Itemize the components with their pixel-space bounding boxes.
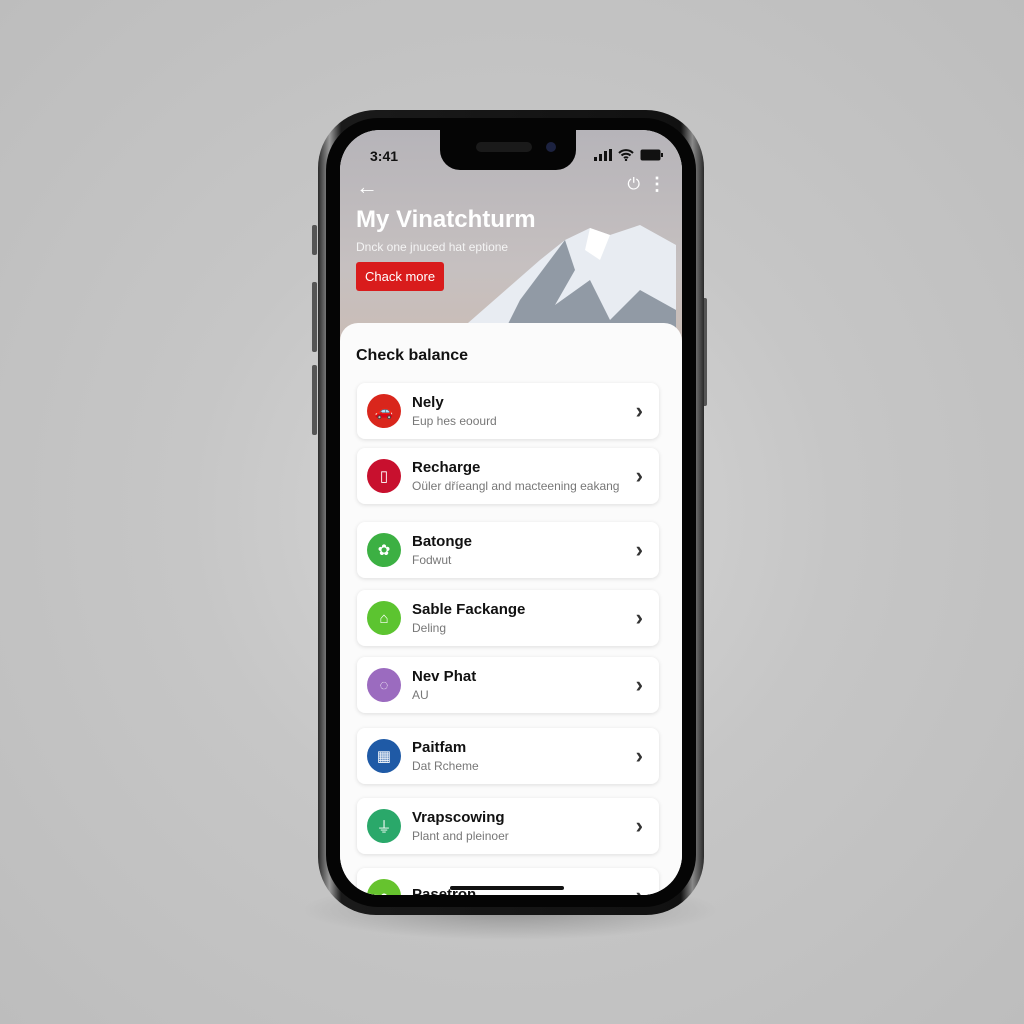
item-icon: ● [367,879,401,895]
item-icon: ⏚ [367,809,401,843]
chevron-right-icon: › [635,672,643,697]
item-subtitle: Dat Rcheme [412,759,479,773]
item-icon: ▯ [367,459,401,493]
wifi-icon [618,149,634,161]
mute-switch [312,225,317,255]
item-icon: ⌂ [367,601,401,635]
item-title: Recharge [412,459,481,476]
screen: 3:41 ← ⏻ ⋮ My Vinatchturm Dnck one jnuce… [340,130,682,895]
list-item[interactable]: 🚗 Nely Eup hes eoourd › [357,383,659,439]
chevron-right-icon: › [635,743,643,768]
more-vertical-icon[interactable]: ⋮ [648,174,666,195]
notch [440,130,576,170]
status-icons [594,149,664,161]
item-title: Vrapscowing [412,809,505,826]
list-item[interactable]: ◌ Nev Phat AU › [357,657,659,713]
item-subtitle: AU [412,688,429,702]
signal-icon [594,149,612,161]
chevron-right-icon: › [635,813,643,838]
item-icon: ▦ [367,739,401,773]
home-indicator[interactable] [450,886,564,890]
item-subtitle: Oüler dříeangl and macteening eakang [412,479,620,493]
item-title: Nely [412,394,444,411]
battery-icon [640,149,663,161]
list-item[interactable]: ● Pasetron › [357,868,659,895]
chevron-right-icon: › [635,398,643,423]
page-subtitle: Dnck one jnuced hat eptione [356,240,509,254]
chevron-right-icon: › [635,537,643,562]
list-item[interactable]: ▯ Recharge Oüler dříeangl and macteening… [357,448,659,504]
section-title: Check balance [356,347,469,364]
list-item[interactable]: ✿ Batonge Fodwut › [357,522,659,578]
volume-up-button [312,282,317,352]
item-title: Batonge [412,533,472,550]
item-icon: ◌ [367,668,401,702]
list-item[interactable]: ▦ Paitfam Dat Rcheme › [357,728,659,784]
back-arrow-icon[interactable]: ← [356,174,378,200]
item-subtitle: Plant and pleinoer [412,829,509,843]
status-time: 3:41 [370,148,399,164]
list-item[interactable]: ⌂ Sable Fackange Deling › [357,590,659,646]
check-more-button[interactable]: Chack more [356,262,445,291]
list-item[interactable]: ⏚ Vrapscowing Plant and pleinoer › [357,798,659,854]
item-title: Sable Fackange [412,601,526,618]
item-icon: 🚗 [367,394,401,428]
item-icon: ✿ [367,533,401,567]
page-title: My Vinatchturm [356,206,536,233]
item-subtitle: Eup hes eoourd [412,414,497,428]
chevron-right-icon: › [635,605,643,630]
item-subtitle: Fodwut [412,553,452,567]
power-icon[interactable]: ⏻ [627,176,640,194]
volume-down-button [312,365,317,435]
chevron-right-icon: › [636,883,643,895]
chevron-right-icon: › [635,463,643,488]
phone-frame: 3:41 ← ⏻ ⋮ My Vinatchturm Dnck one jnuce… [318,110,704,915]
item-title: Paitfam [412,739,467,756]
item-title: Nev Phat [412,668,477,685]
item-subtitle: Deling [412,621,447,635]
